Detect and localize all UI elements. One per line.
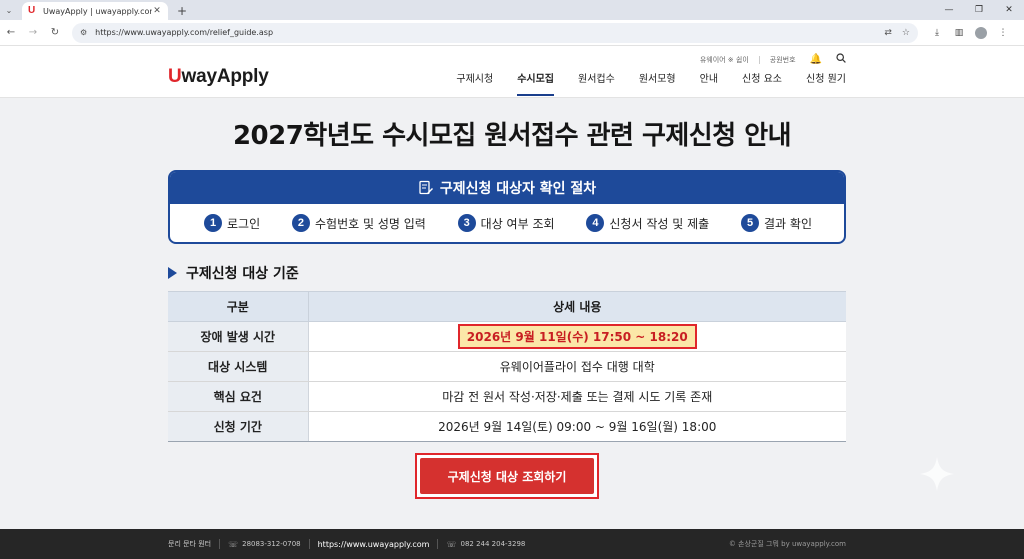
footer-copyright: © 손상군질 그뭐 by uwayapply.com <box>728 540 846 548</box>
column-header-detail: 상세 내용 <box>308 291 846 322</box>
download-icon[interactable]: ⤓ <box>926 22 948 44</box>
utility-link-1[interactable]: 유웨이어 ※ 쉽이 <box>700 55 749 65</box>
site-header: UwayApply 유웨이어 ※ 쉽이 공원번호 🔔 구제시청 수시모집 원서컵… <box>0 46 1024 98</box>
browser-tab[interactable]: U UwayApply | uwayapply.com ✕ <box>22 2 168 20</box>
step-number: 5 <box>741 214 760 232</box>
criteria-table: 구분 상세 내용 장애 발생 시간 2026년 9월 11일(수) 17:50 … <box>168 291 846 442</box>
footer-phone-2: ☏ 082 244 204-3298 <box>446 539 526 549</box>
utility-link-2[interactable]: 공원번호 <box>770 55 796 65</box>
browser-tab-bar: ⌄ U UwayApply | uwayapply.com ✕ + — ❐ ✕ <box>0 0 1024 20</box>
site-logo[interactable]: UwayApply <box>168 66 269 88</box>
nav-item-1[interactable]: 구제시청 <box>456 74 493 96</box>
nav-item-2[interactable]: 수시모집 <box>517 74 554 96</box>
minimize-icon[interactable]: — <box>934 0 964 20</box>
column-header-category: 구분 <box>168 291 309 322</box>
step-5: 5 결과 확인 <box>741 214 812 232</box>
phone-icon: ☏ <box>446 539 457 549</box>
row-value: 2026년 9월 11일(수) 17:50 ~ 18:20 <box>308 321 846 352</box>
table-header-row: 구분 상세 내용 <box>168 291 846 322</box>
footer-center-name: 문리 문타 뭔터 <box>168 540 212 548</box>
utility-links: 유웨이어 ※ 쉽이 공원번호 🔔 <box>700 53 846 66</box>
close-window-icon[interactable]: ✕ <box>994 0 1024 20</box>
window-controls: — ❐ ✕ <box>934 0 1024 20</box>
step-label: 신청서 작성 및 제출 <box>609 216 710 231</box>
sparkle-icon <box>919 456 955 492</box>
main-nav: 구제시청 수시모집 원서컵수 원서모형 안내 신청 요소 신청 뭔기 <box>432 74 846 96</box>
site-info-icon[interactable]: ⚙ <box>80 28 87 37</box>
process-heading: 구제신청 대상자 확인 절차 <box>439 181 597 197</box>
row-label: 장애 발생 시간 <box>168 321 309 352</box>
side-panel-icon[interactable]: ▥ <box>948 22 970 44</box>
section-title: 구제신청 대상 기준 <box>168 263 299 283</box>
close-tab-icon[interactable]: ✕ <box>152 6 162 16</box>
restore-icon[interactable]: ❐ <box>964 0 994 20</box>
page-title: 2027학년도 수시모집 원서접수 관련 구제신청 안내 <box>232 121 792 151</box>
search-icon[interactable] <box>836 53 846 66</box>
favicon-icon: U <box>28 5 36 16</box>
step-number: 4 <box>586 214 605 232</box>
table-row: 신청 기간 2026년 9월 14일(토) 09:00 ~ 9월 16일(월) … <box>168 411 846 442</box>
table-row: 대상 시스템 유웨이어플라이 접수 대행 대학 <box>168 351 846 382</box>
row-value: 마감 전 원서 작성·저장·제출 또는 결제 시도 기록 존재 <box>308 381 846 412</box>
cta-highlight-frame: 구제신청 대상 조회하기 <box>415 453 599 499</box>
step-number: 2 <box>291 214 310 232</box>
profile-avatar-icon[interactable] <box>970 22 992 44</box>
reload-icon[interactable]: ↻ <box>44 22 66 44</box>
step-label: 수험번호 및 성명 입력 <box>314 216 426 231</box>
url-text[interactable]: https://www.uwayapply.com/relief_guide.a… <box>95 28 874 37</box>
step-number: 1 <box>204 214 222 232</box>
step-3: 3 대상 여부 조회 <box>457 214 555 232</box>
form-edit-icon <box>419 180 433 195</box>
step-label: 로그인 <box>227 216 261 231</box>
step-label: 결과 확인 <box>764 216 812 231</box>
nav-item-7[interactable]: 신청 뭔기 <box>806 74 846 96</box>
nav-item-4[interactable]: 원서모형 <box>639 74 676 96</box>
step-2: 2 수험번호 및 성명 입력 <box>291 214 426 232</box>
bell-icon[interactable]: 🔔 <box>810 54 822 65</box>
footer-url-link[interactable]: https://www.uwayapply.com <box>318 540 430 549</box>
step-number: 3 <box>457 214 476 232</box>
bookmark-star-icon[interactable]: ☆ <box>902 28 910 38</box>
row-label: 대상 시스템 <box>168 351 309 382</box>
footer-phone-1: ☏ 28083-312-0708 <box>228 539 301 549</box>
tab-search-icon[interactable]: ⌄ <box>0 0 18 20</box>
triangle-bullet-icon <box>168 267 177 279</box>
translate-icon[interactable]: ⇄ <box>884 28 892 38</box>
phone-icon: ☏ <box>228 539 239 549</box>
row-value: 유웨이어플라이 접수 대행 대학 <box>308 351 846 382</box>
browser-menu-icon[interactable]: ⋮ <box>992 22 1014 44</box>
process-steps: 1 로그인 2 수험번호 및 성명 입력 3 대상 여부 조회 4 신청서 작성 및 제… <box>170 204 844 242</box>
table-row: 핵심 요건 마감 전 원서 작성·저장·제출 또는 결제 시도 기록 존재 <box>168 381 846 412</box>
process-panel: 구제신청 대상자 확인 절차 1 로그인 2 수험번호 및 성명 입력 3 대상 여부… <box>168 170 846 244</box>
check-eligibility-button[interactable]: 구제신청 대상 조회하기 <box>420 458 594 494</box>
nav-item-3[interactable]: 원서컵수 <box>578 74 615 96</box>
step-1: 1 로그인 <box>204 214 260 232</box>
row-label: 신청 기간 <box>168 411 309 442</box>
outage-time-highlight: 2026년 9월 11일(수) 17:50 ~ 18:20 <box>457 324 697 349</box>
tab-title: UwayApply | uwayapply.com <box>43 6 152 16</box>
site-footer: 문리 문타 뭔터 ☏ 28083-312-0708 https://www.uwa… <box>0 529 1024 559</box>
row-value: 2026년 9월 14일(토) 09:00 ~ 9월 16일(월) 18:00 <box>308 411 846 442</box>
process-header: 구제신청 대상자 확인 절차 <box>170 172 844 204</box>
new-tab-button[interactable]: + <box>172 2 192 20</box>
nav-item-6[interactable]: 신청 요소 <box>742 74 782 96</box>
address-bar[interactable]: ⚙ https://www.uwayapply.com/relief_guide… <box>72 22 918 43</box>
table-row: 장애 발생 시간 2026년 9월 11일(수) 17:50 ~ 18:20 <box>168 321 846 352</box>
nav-item-5[interactable]: 안내 <box>700 74 718 96</box>
browser-toolbar: ← → ↻ ⚙ https://www.uwayapply.com/relief… <box>0 20 1024 46</box>
back-icon[interactable]: ← <box>0 22 22 44</box>
forward-icon[interactable]: → <box>22 22 44 44</box>
step-label: 대상 여부 조회 <box>480 216 555 231</box>
step-4: 4 신청서 작성 및 제출 <box>586 214 709 232</box>
row-label: 핵심 요건 <box>168 381 309 412</box>
